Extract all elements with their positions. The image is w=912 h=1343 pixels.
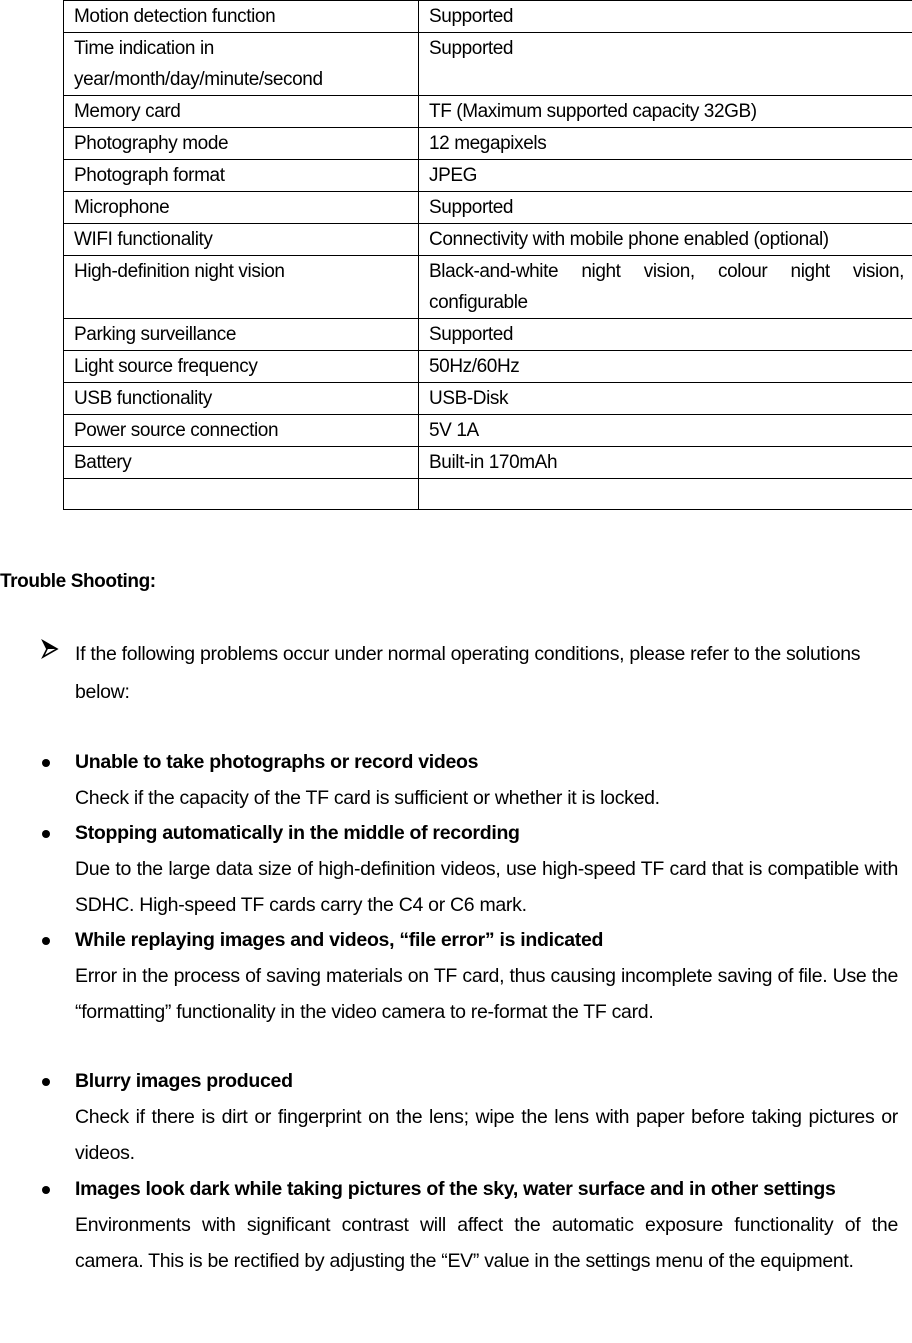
table-row-empty (63, 478, 912, 510)
troubleshooting-item: Stopping automatically in the middle of … (75, 815, 898, 923)
feature-cell: Parking surveillance (63, 318, 419, 351)
feature-cell: Photography mode (63, 127, 419, 160)
problem-solution: Environments with significant contrast w… (75, 1214, 898, 1272)
intro-paragraph: If the following problems occur under no… (75, 643, 861, 703)
table-row: WIFI functionality Connectivity with mob… (63, 223, 912, 256)
section-heading: Trouble Shooting: (0, 571, 156, 592)
feature-cell: Photograph format (63, 159, 419, 192)
value-cell: Connectivity with mobile phone enabled (… (418, 223, 912, 256)
table-row: Microphone Supported (63, 191, 912, 224)
table-row: High-definition night vision Black-and-w… (63, 255, 912, 319)
feature-cell: Microphone (63, 191, 419, 224)
bullet-icon (42, 830, 50, 838)
value-cell: Supported (418, 191, 912, 224)
value-cell: Black-and-white night vision, colour nig… (418, 255, 912, 319)
feature-cell: Memory card (63, 95, 419, 128)
problem-solution: Due to the large data size of high-defin… (75, 858, 898, 916)
value-cell: TF (Maximum supported capacity 32GB) (418, 95, 912, 128)
table-row: Parking surveillance Supported (63, 318, 912, 351)
value-cell: JPEG (418, 159, 912, 192)
problem-title: Stopping automatically in the middle of … (75, 822, 520, 844)
troubleshooting-item: Blurry images produced Check if there is… (75, 1063, 898, 1171)
value-cell: Supported (418, 32, 912, 96)
problem-solution: Check if there is dirt or fingerprint on… (75, 1106, 898, 1164)
feature-cell: Motion detection function (63, 0, 419, 33)
feature-cell: USB functionality (63, 382, 419, 415)
value-cell: Built-in 170mAh (418, 446, 912, 479)
bullet-icon (42, 759, 50, 767)
value-cell (418, 478, 912, 510)
value-cell: 5V 1A (418, 414, 912, 447)
bullet-icon (42, 1078, 50, 1086)
table-row: Light source frequency 50Hz/60Hz (63, 350, 912, 383)
feature-cell: Power source connection (63, 414, 419, 447)
specifications-table: Motion detection function Supported Time… (63, 0, 912, 510)
value-cell: 50Hz/60Hz (418, 350, 912, 383)
table-row: Motion detection function Supported (63, 0, 912, 33)
feature-cell: WIFI functionality (63, 223, 419, 256)
table-row: Battery Built-in 170mAh (63, 446, 912, 479)
value-cell: USB-Disk (418, 382, 912, 415)
table-row: Time indication in year/month/day/minute… (63, 32, 912, 96)
table-row: Memory card TF (Maximum supported capaci… (63, 95, 912, 128)
feature-cell: Light source frequency (63, 350, 419, 383)
value-cell: 12 megapixels (418, 127, 912, 160)
problem-solution: Check if the capacity of the TF card is … (75, 787, 660, 809)
troubleshooting-item: Unable to take photographs or record vid… (75, 744, 898, 816)
feature-cell: High-definition night vision (63, 255, 419, 319)
value-cell: Supported (418, 318, 912, 351)
feature-cell (63, 478, 419, 510)
table-row: Photograph format JPEG (63, 159, 912, 192)
bullet-icon (42, 937, 50, 945)
arrow-bullet-icon (41, 639, 59, 659)
table-row: Power source connection 5V 1A (63, 414, 912, 447)
problem-title: Images look dark while taking pictures o… (75, 1178, 836, 1200)
table-row: USB functionality USB-Disk (63, 382, 912, 415)
table-row: Photography mode 12 megapixels (63, 127, 912, 160)
troubleshooting-item: While replaying images and videos, “file… (75, 922, 898, 1030)
troubleshooting-item: Images look dark while taking pictures o… (75, 1171, 898, 1279)
feature-cell: Time indication in year/month/day/minute… (63, 32, 419, 96)
problem-title: Unable to take photographs or record vid… (75, 751, 479, 773)
problem-title: While replaying images and videos, “file… (75, 929, 604, 951)
bullet-icon (42, 1186, 50, 1194)
value-cell: Supported (418, 0, 912, 33)
problem-title: Blurry images produced (75, 1070, 293, 1092)
feature-cell: Battery (63, 446, 419, 479)
problem-solution: Error in the process of saving materials… (75, 965, 898, 1023)
